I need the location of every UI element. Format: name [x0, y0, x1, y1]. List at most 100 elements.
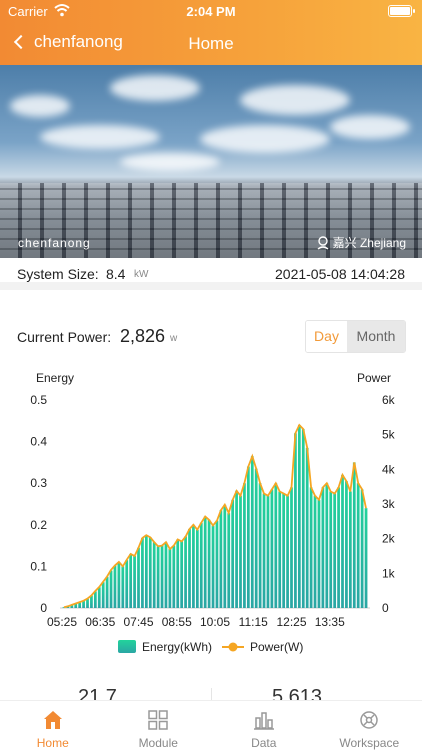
- energy-bar: [168, 548, 172, 608]
- app-header: Carrier 2:04 PM chenfanong Home: [0, 0, 422, 65]
- energy-bar: [137, 547, 140, 608]
- energy-bar: [109, 570, 113, 608]
- location-label: 嘉兴 Zhejiang: [332, 236, 406, 250]
- energy-bar: [129, 553, 133, 608]
- energy-bar: [176, 539, 180, 608]
- page-title: Home: [188, 34, 234, 53]
- tab-module[interactable]: Module: [106, 701, 212, 750]
- energy-bar: [266, 495, 270, 608]
- plant-location: 嘉兴 Zhejiang: [317, 234, 406, 251]
- energy-bar: [348, 491, 352, 608]
- system-size-unit: kW: [134, 269, 149, 280]
- tab-home[interactable]: Home: [0, 701, 106, 750]
- energy-bar: [148, 537, 152, 608]
- energy-bar: [188, 528, 191, 608]
- right-axis-tick: 0: [382, 601, 389, 615]
- energy-bar: [337, 487, 340, 608]
- tab-data-label: Data: [251, 736, 277, 750]
- energy-bar: [262, 493, 266, 608]
- energy-bar: [235, 490, 238, 608]
- period-toggle: Day Month: [305, 320, 406, 353]
- energy-bar: [172, 545, 176, 608]
- system-size-label: System Size:: [17, 266, 99, 282]
- energy-bar: [290, 487, 293, 608]
- energy-bar: [121, 566, 125, 608]
- x-axis-tick: 13:35: [315, 615, 345, 629]
- right-axis-tick: 1k: [382, 566, 396, 580]
- right-axis-ticks: 0 1k 2k 3k 4k 5k 6k: [382, 393, 396, 615]
- day-toggle-button[interactable]: Day: [306, 321, 347, 352]
- tab-workspace-label: Workspace: [339, 736, 400, 750]
- right-axis-tick: 3k: [382, 497, 396, 511]
- energy-bar: [192, 524, 195, 608]
- right-axis-tick: 5k: [382, 428, 396, 442]
- tab-workspace[interactable]: Workspace: [317, 701, 422, 750]
- workspace-icon: [360, 711, 378, 729]
- right-axis-tick: 6k: [382, 393, 396, 407]
- power-line: [63, 423, 367, 609]
- energy-bar: [321, 487, 325, 608]
- left-axis-title: Energy: [36, 371, 74, 385]
- energy-bar: [246, 466, 250, 608]
- left-axis-tick: 0.4: [30, 435, 47, 449]
- current-power-value: 2,826: [120, 326, 166, 346]
- left-axis-ticks: 0 0.1 0.2 0.3 0.4 0.5: [30, 393, 47, 615]
- energy-bar: [152, 542, 156, 608]
- x-axis-ticks: 05:25 06:35 07:45 08:55 10:05 11:15 12:25 13:35: [47, 615, 345, 629]
- energy-bar: [164, 542, 168, 608]
- energy-power-chart: Energy Power 0 0.1 0.2 0.3 0.4 0.5 0 1k 2k 3k 4k 5…: [30, 371, 396, 654]
- energy-bar: [231, 499, 235, 608]
- energy-bar: [309, 487, 313, 608]
- energy-bar: [184, 536, 187, 608]
- energy-bar: [160, 545, 164, 608]
- energy-bar: [101, 582, 105, 608]
- energy-bar: [325, 483, 329, 608]
- x-axis-tick: 06:35: [85, 615, 115, 629]
- energy-bar: [203, 516, 207, 608]
- energy-bar: [317, 499, 321, 608]
- legend-energy-label: Energy(kWh): [142, 640, 212, 654]
- energy-bar: [133, 556, 136, 608]
- energy-bar: [105, 576, 109, 608]
- energy-bar: [329, 491, 333, 608]
- energy-bar: [207, 519, 211, 608]
- system-size-value: 8.4: [106, 266, 126, 282]
- x-axis-tick: 10:05: [200, 615, 230, 629]
- x-axis-tick: 08:55: [162, 615, 192, 629]
- system-info-row: System Size: 8.4 kW 2021-05-08 14:04:28: [0, 258, 422, 290]
- energy-bar: [219, 510, 223, 608]
- energy-bar: [117, 562, 121, 608]
- right-axis-title: Power: [357, 371, 391, 385]
- energy-bar: [294, 433, 297, 608]
- energy-bar: [239, 495, 242, 608]
- status-time: 2:04 PM: [186, 4, 236, 19]
- energy-bar: [270, 489, 274, 608]
- energy-bars: [62, 424, 368, 608]
- left-axis-tick: 0.1: [30, 559, 47, 573]
- energy-bar: [144, 535, 148, 608]
- energy-bar: [313, 495, 317, 608]
- energy-bar: [278, 491, 282, 608]
- module-icon: [148, 710, 168, 730]
- energy-bar: [227, 513, 231, 608]
- energy-bar: [254, 468, 258, 608]
- legend-energy-swatch: [118, 640, 136, 653]
- energy-bar: [250, 456, 254, 608]
- left-axis-tick: 0.5: [30, 393, 47, 407]
- x-axis-tick: 11:15: [239, 615, 268, 629]
- left-axis-tick: 0: [40, 601, 47, 615]
- month-toggle-button[interactable]: Month: [347, 321, 405, 352]
- tab-data[interactable]: Data: [211, 701, 317, 750]
- bar-chart-icon: [253, 712, 274, 730]
- energy-bar: [211, 525, 215, 608]
- location-pin-icon: [317, 235, 329, 250]
- status-bar: Carrier 2:04 PM: [0, 0, 422, 22]
- battery-icon: [388, 5, 415, 17]
- right-axis-tick: 2k: [382, 532, 396, 546]
- energy-bar: [243, 483, 246, 608]
- plant-name: chenfanong: [18, 236, 91, 250]
- current-power-label: Current Power:: [17, 329, 112, 345]
- energy-bar: [156, 546, 160, 608]
- plant-photo: chenfanong 嘉兴 Zhejiang: [0, 65, 422, 258]
- legend-power-swatch-dot: [228, 642, 238, 652]
